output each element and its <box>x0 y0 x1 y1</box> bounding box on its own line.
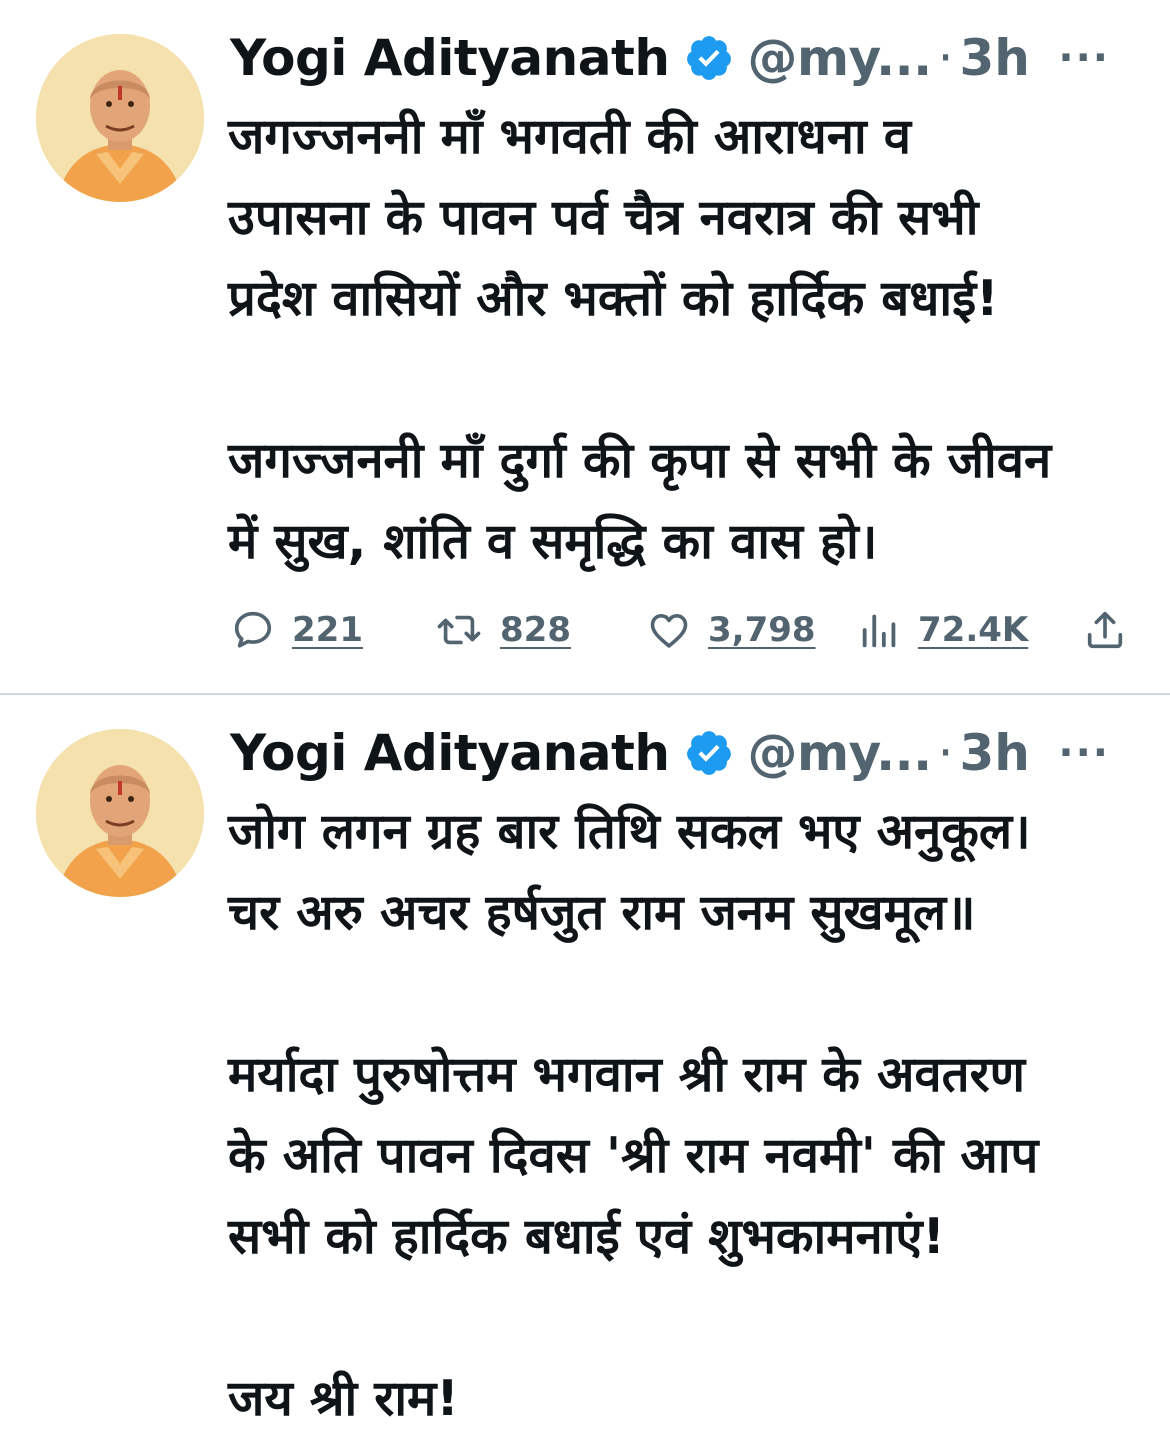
retweet-button[interactable]: 828 <box>434 602 571 658</box>
avatar[interactable] <box>36 729 204 897</box>
tweet-header: Yogi Adityanath @my... · 3h ··· <box>230 721 1140 785</box>
more-options-icon[interactable]: ··· <box>1058 721 1110 785</box>
tweet-text: जोग लगन ग्रह बार तिथि सकल भए अनुकूल। चर … <box>228 791 1148 1439</box>
reply-button[interactable]: 221 <box>230 602 363 658</box>
retweet-icon <box>437 615 481 645</box>
more-options-icon[interactable]: ··· <box>1058 26 1110 90</box>
tweet-text-line: के अति पावन दिवस 'श्री राम नवमी' की आप <box>228 1127 1039 1184</box>
tweet-text-line: जय श्री राम! <box>228 1370 459 1427</box>
tweet-header: Yogi Adityanath @my... · 3h ··· <box>230 26 1140 90</box>
share-icon <box>1087 611 1123 649</box>
avatar-image <box>36 34 204 202</box>
timestamp[interactable]: 3h <box>960 721 1030 785</box>
tweet-text-line: सभी को हार्दिक बधाई एवं शुभकामनाएं! <box>228 1208 945 1265</box>
tweet-text-line: जोग लगन ग्रह बार तिथि सकल भए अनुकूल। <box>228 803 1031 860</box>
reply-icon <box>234 611 272 648</box>
tweet-actions: 221 828 3,798 72.4K <box>228 602 1138 658</box>
tweet-text: जगज्जननी माँ भगवती की आराधना व उपासना के… <box>228 96 1148 582</box>
tweet-text-line: मर्यादा पुरुषोत्तम भगवान श्री राम के अवत… <box>228 1046 1026 1103</box>
author-name[interactable]: Yogi Adityanath <box>230 721 670 785</box>
tweet-text-line: उपासना के पावन पर्व चैत्र नवरात्र की सभी <box>228 189 979 246</box>
avatar-image <box>36 729 204 897</box>
share-button[interactable] <box>1082 602 1128 658</box>
retweet-count: 828 <box>500 610 571 650</box>
separator-dot: · <box>937 724 954 782</box>
reply-count: 221 <box>292 610 363 650</box>
timestamp[interactable]: 3h <box>960 26 1030 90</box>
like-button[interactable]: 3,798 <box>646 602 816 658</box>
author-handle[interactable]: @my... <box>748 26 933 90</box>
heart-icon <box>650 613 688 648</box>
tweet-text-line: जगज्जननी माँ दुर्गा की कृपा से सभी के जी… <box>228 432 1052 489</box>
verified-badge-icon <box>684 728 734 778</box>
tweet-text-line: जगज्जननी माँ भगवती की आराधना व <box>228 108 911 165</box>
like-count: 3,798 <box>708 610 816 650</box>
tweet-text-line: प्रदेश वासियों और भक्तों को हार्दिक बधाई… <box>228 270 999 327</box>
avatar[interactable] <box>36 34 204 202</box>
tweet-text-line: में सुख, शांति व समृद्धि का वास हो। <box>228 513 878 570</box>
views-button[interactable]: 72.4K <box>858 602 1028 658</box>
author-name[interactable]: Yogi Adityanath <box>230 26 670 90</box>
views-count: 72.4K <box>918 610 1029 650</box>
tweet-text-line: चर अरु अचर हर्षजुत राम जनम सुखमूल॥ <box>228 884 976 941</box>
tweet[interactable]: Yogi Adityanath @my... · 3h ··· जोग लगन … <box>0 695 1170 1431</box>
tweet[interactable]: Yogi Adityanath @my... · 3h ··· जगज्जननी… <box>0 0 1170 693</box>
views-chart-icon <box>862 614 896 648</box>
verified-badge-icon <box>684 33 734 83</box>
separator-dot: · <box>937 29 954 87</box>
author-handle[interactable]: @my... <box>748 721 933 785</box>
